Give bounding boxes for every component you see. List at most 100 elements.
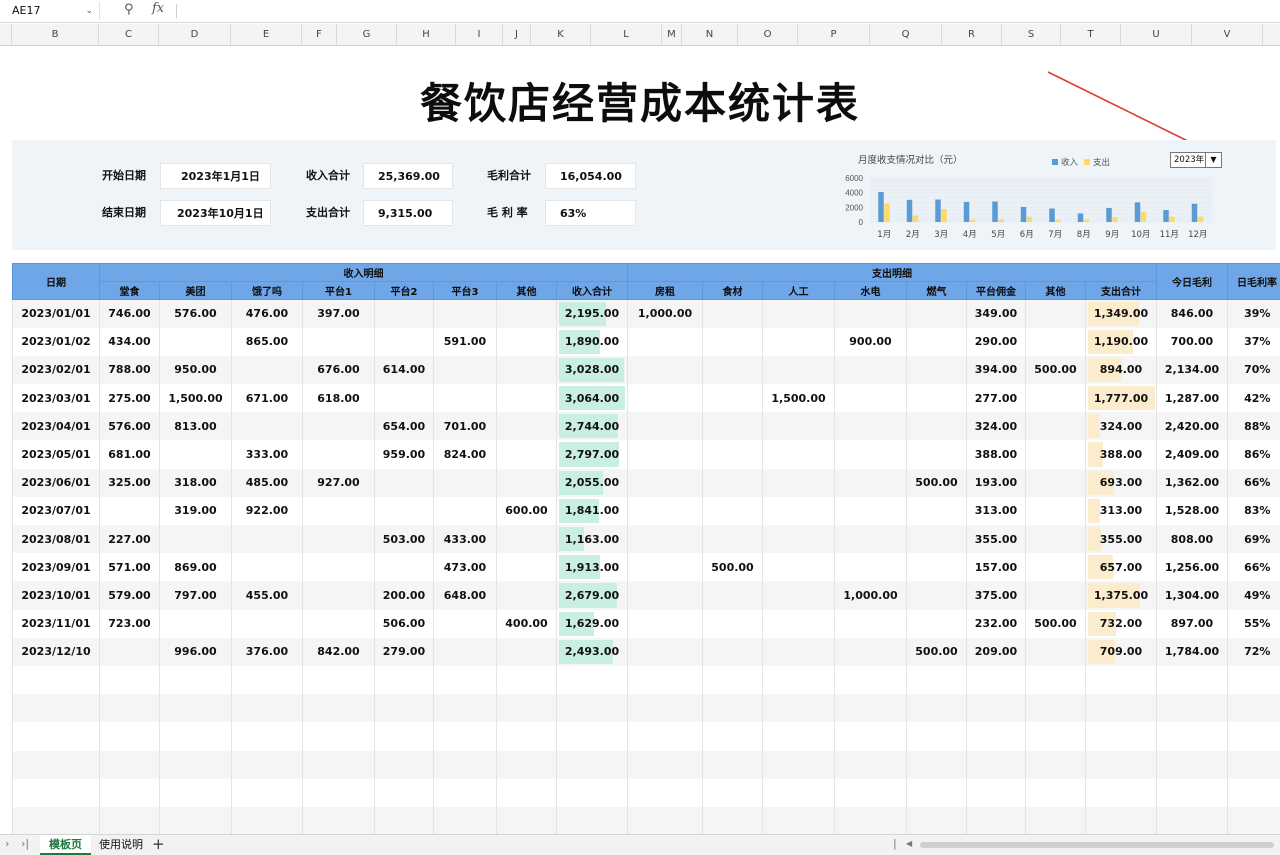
cell-expense[interactable] [762,553,835,582]
cell-empty[interactable] [906,694,967,723]
cell-expense[interactable]: 324.00 [966,412,1026,441]
cell-expense[interactable] [906,525,967,554]
cell-empty[interactable] [231,665,303,695]
cell-empty[interactable] [1156,806,1228,836]
cell-empty[interactable] [702,694,763,723]
column-header-k[interactable]: K [531,24,591,46]
cell-empty[interactable] [159,778,232,807]
cell-income[interactable] [159,609,232,638]
cell-expense-total[interactable]: 1,349.00 [1085,299,1157,328]
cell-income[interactable]: 576.00 [159,299,232,328]
cell-empty[interactable] [1085,750,1157,779]
cell-expense[interactable] [834,355,907,385]
cell-expense[interactable]: 500.00 [1025,355,1086,385]
cell-expense[interactable] [627,327,703,356]
cell-empty[interactable] [1085,665,1157,695]
cell-income-total[interactable]: 2,797.00 [556,440,628,469]
cell-empty[interactable] [834,694,907,723]
column-header-o[interactable]: O [738,24,798,46]
cell-income[interactable]: 813.00 [159,412,232,441]
cell-empty[interactable] [374,778,434,807]
cell-income[interactable] [496,299,557,328]
cell-income[interactable] [496,468,557,497]
cell-daily-margin[interactable]: 66% [1227,468,1280,497]
zoom-icon[interactable]: ⚲ [124,2,134,17]
cell-daily-margin[interactable]: 42% [1227,384,1280,413]
cell-expense[interactable] [702,327,763,356]
cell-income-total[interactable]: 3,028.00 [556,355,628,385]
cell-expense[interactable] [762,468,835,497]
cell-income[interactable] [374,468,434,497]
cell-income[interactable] [433,496,497,525]
cell-daily-profit[interactable]: 1,304.00 [1156,581,1228,610]
cell-income[interactable] [496,553,557,582]
cell-empty[interactable] [231,750,303,779]
cell-expense[interactable] [1025,412,1086,441]
cell-income[interactable]: 473.00 [433,553,497,582]
cell-daily-margin[interactable]: 70% [1227,355,1280,385]
income-total-value[interactable]: 25,369.00 [363,163,453,189]
cell-income[interactable]: 433.00 [433,525,497,554]
cell-empty[interactable] [302,750,375,779]
cell-empty[interactable] [702,778,763,807]
cell-expense[interactable] [762,355,835,385]
cell-empty[interactable] [627,806,703,836]
year-dropdown[interactable]: 2023年 ▼ [1170,152,1222,168]
cell-expense[interactable]: 1,000.00 [627,299,703,328]
cell-income[interactable]: 723.00 [99,609,160,638]
cell-expense-total[interactable]: 1,777.00 [1085,384,1157,413]
cell-empty[interactable] [1227,806,1280,836]
cell-daily-margin[interactable]: 86% [1227,440,1280,469]
cell-empty[interactable] [1227,778,1280,807]
cell-expense[interactable]: 313.00 [966,496,1026,525]
cell-income[interactable] [374,496,434,525]
cell-empty[interactable] [762,694,835,723]
cell-income[interactable]: 591.00 [433,327,497,356]
cell-income[interactable] [496,637,557,666]
cell-empty[interactable] [1025,750,1086,779]
cell-empty[interactable] [1025,806,1086,836]
cell-empty[interactable] [966,750,1026,779]
cell-income-total[interactable]: 2,679.00 [556,581,628,610]
cell-income-total[interactable]: 3,064.00 [556,384,628,413]
cell-income[interactable]: 842.00 [302,637,375,666]
cell-income[interactable] [433,637,497,666]
cell-empty[interactable] [433,665,497,695]
cell-income[interactable]: 579.00 [99,581,160,610]
cell-expense[interactable] [702,581,763,610]
cell-empty[interactable] [966,806,1026,836]
cell-empty[interactable] [627,750,703,779]
cell-date[interactable]: 2023/09/01 [12,553,100,582]
cell-empty[interactable] [834,806,907,836]
cell-expense[interactable] [1025,496,1086,525]
column-header-s[interactable]: S [1002,24,1061,46]
cell-empty[interactable] [556,806,628,836]
cell-empty[interactable] [1025,778,1086,807]
cell-empty[interactable] [834,750,907,779]
cell-empty[interactable] [1085,722,1157,751]
cell-expense[interactable] [627,468,703,497]
cell-empty[interactable] [906,750,967,779]
column-header-f[interactable]: F [302,24,337,46]
cell-expense[interactable] [762,525,835,554]
cell-income[interactable]: 996.00 [159,637,232,666]
cell-empty[interactable] [834,778,907,807]
cell-income[interactable]: 927.00 [302,468,375,497]
cell-expense[interactable] [834,299,907,328]
cell-empty[interactable] [12,750,100,779]
cell-empty[interactable] [762,665,835,695]
cell-expense[interactable] [906,299,967,328]
cell-expense[interactable] [762,496,835,525]
column-header-h[interactable]: H [397,24,456,46]
cell-empty[interactable] [302,806,375,836]
cell-income[interactable] [496,384,557,413]
cell-income[interactable] [496,440,557,469]
gross-margin-value[interactable]: 63% [545,200,636,226]
cell-income[interactable]: 400.00 [496,609,557,638]
cell-income[interactable]: 614.00 [374,355,434,385]
cell-expense[interactable] [702,609,763,638]
cell-expense[interactable] [762,637,835,666]
cell-empty[interactable] [627,722,703,751]
scroll-prev-sheet-icon[interactable]: › [5,837,9,850]
cell-empty[interactable] [302,694,375,723]
